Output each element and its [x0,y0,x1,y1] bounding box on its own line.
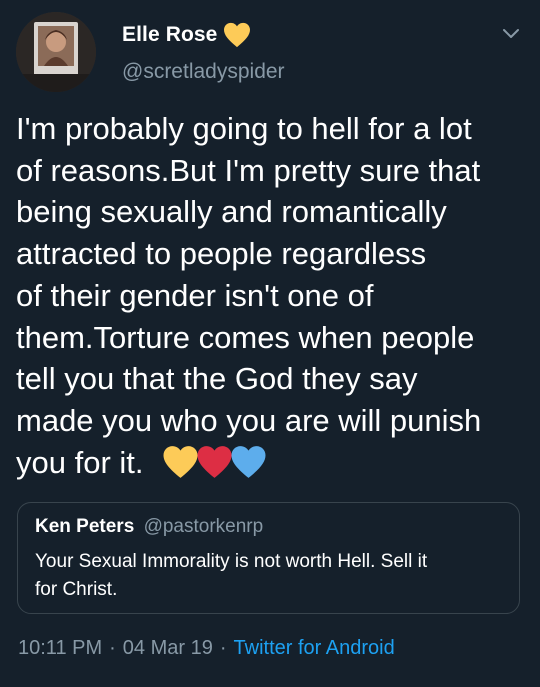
red-heart-icon [197,445,231,478]
author-name-row: Elle Rose [122,18,251,52]
tweet-time[interactable]: 10:11 PM [18,637,102,659]
avatar[interactable] [16,12,96,92]
emoji-hearts [162,445,265,479]
author-handle[interactable]: @scretladyspider [122,60,285,84]
quoted-tweet-text: Your Sexual Immorality is not worth Hell… [35,551,428,600]
yellow-heart-icon [223,22,251,48]
tweet-meta: 10:11 PM · 04 Mar 19 · Twitter for Android [18,637,395,660]
meta-separator: · [219,637,227,659]
blue-heart-icon [231,445,265,478]
tweet-date[interactable]: 04 Mar 19 [123,637,213,659]
quoted-tweet-header: Ken Peters @pastorkenrp [35,516,263,538]
yellow-heart-icon [163,445,197,478]
profile-photo-avatar [16,12,96,92]
tweet-source-link[interactable]: Twitter for Android [234,637,395,659]
tweet-header: Elle Rose @scretladyspider [16,12,524,92]
chevron-down-icon[interactable] [502,24,520,42]
quoted-tweet-card[interactable]: Ken Peters @pastorkenrp Your Sexual Immo… [17,502,520,614]
author-display-name[interactable]: Elle Rose [122,23,217,47]
tweet-text: I'm probably going to hell for a lot of … [16,111,482,480]
quoted-author-handle: @pastorkenrp [143,516,264,537]
tweet-body: I'm probably going to hell for a lot of … [16,108,524,483]
quoted-author-name: Ken Peters [35,516,135,537]
meta-separator: · [109,637,116,659]
